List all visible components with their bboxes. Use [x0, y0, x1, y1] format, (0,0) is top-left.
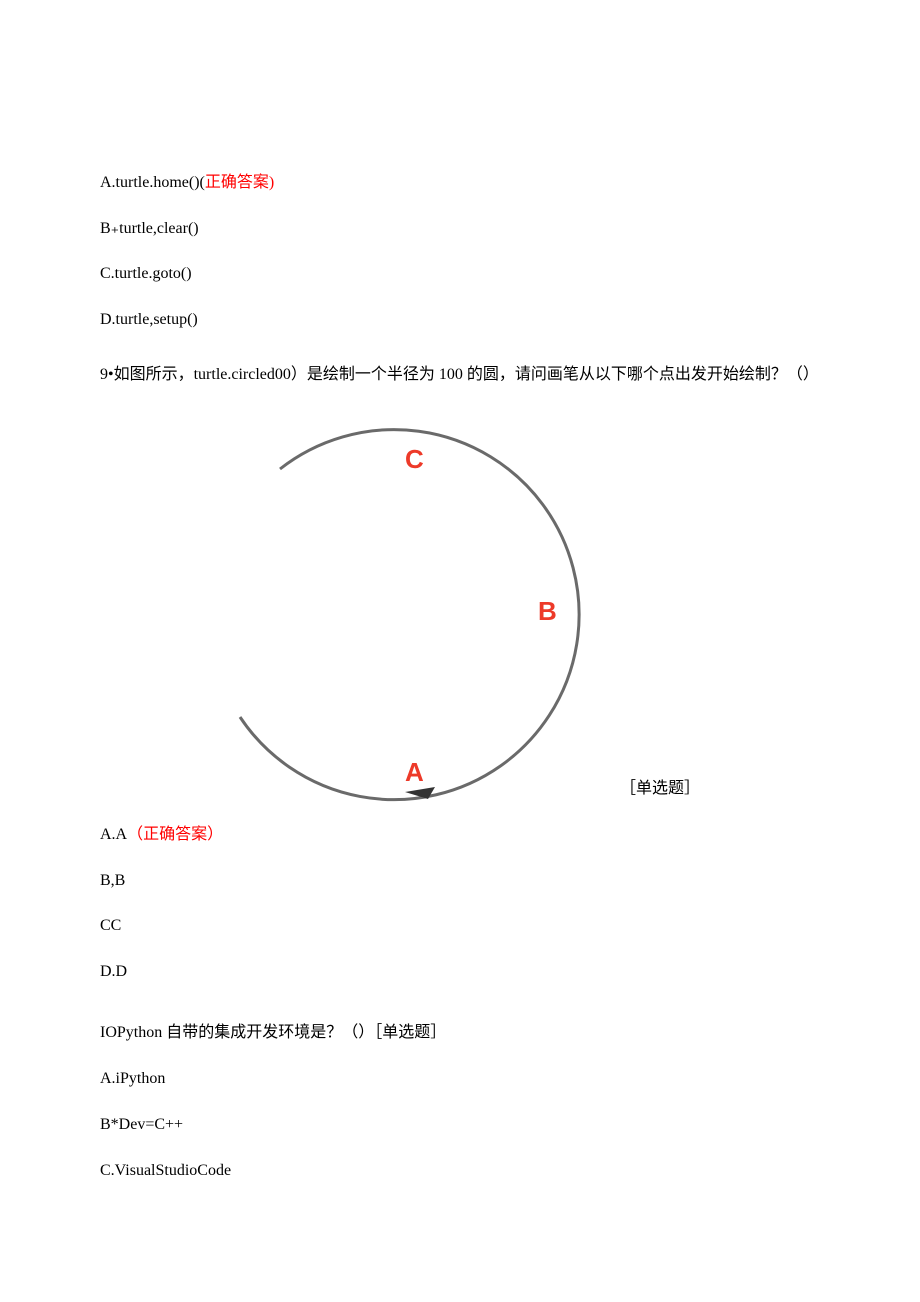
- q9-figure: C B A ［单选题］: [180, 409, 700, 804]
- q9-option-d: D.D: [100, 959, 820, 985]
- q9-option-b: B,B: [100, 868, 820, 894]
- q10-option-a: A.iPython: [100, 1066, 820, 1092]
- q9-option-c: CC: [100, 913, 820, 939]
- q8-option-d: D.turtle,setup(): [100, 307, 820, 333]
- q9-option-a-correct: （正确答案）: [127, 826, 223, 843]
- q10-option-b: B*Dev=C++: [100, 1112, 820, 1138]
- q9-prompt: 9•如图所示，turtle.circled00）是绘制一个半径为 100 的圆，…: [100, 357, 820, 394]
- q9-option-a-text: A.A: [100, 826, 127, 843]
- figure-label-c: C: [405, 439, 424, 481]
- q8-option-a: A.turtle.home()(正确答案): [100, 170, 820, 196]
- q9-option-a: A.A（正确答案）: [100, 822, 820, 848]
- q10-option-c: C.VisualStudioCode: [100, 1158, 820, 1184]
- figure-label-a: A: [405, 752, 424, 794]
- q8-option-b: B₊turtle,clear(): [100, 216, 820, 242]
- q9-tag: ［单选题］: [620, 776, 700, 802]
- q8-option-c: C.turtle.goto(): [100, 261, 820, 287]
- circle-arc: [240, 430, 579, 800]
- q10-prompt: IOPython 自带的集成开发环境是？（）［单选题］: [100, 1015, 820, 1052]
- q8-option-a-text: A.turtle.home()(: [100, 174, 205, 191]
- circle-diagram: [180, 409, 700, 804]
- figure-label-b: B: [538, 591, 557, 633]
- q8-option-a-correct: 正确答案): [205, 174, 274, 191]
